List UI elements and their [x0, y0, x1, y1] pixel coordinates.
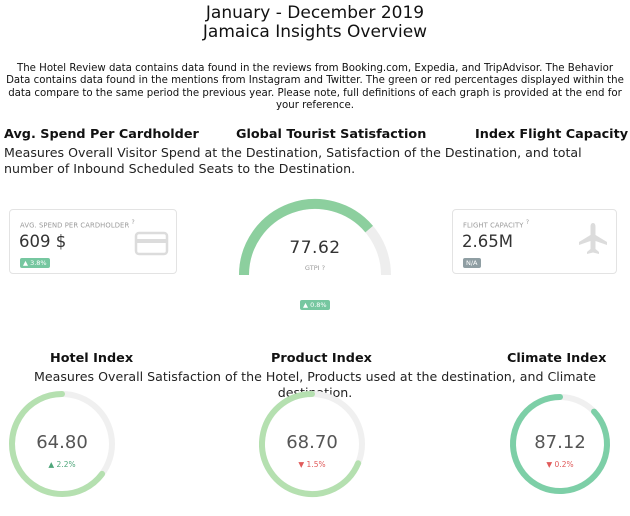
climate-index-value: 87.12 [534, 432, 586, 453]
climate-index-change: ▼ 0.2% [546, 460, 574, 469]
credit-card-icon [134, 231, 169, 256]
satisfaction-change-badge: ▲ 0.8% [300, 300, 330, 310]
intro-paragraph: The Hotel Review data contains data foun… [6, 63, 624, 112]
heading-product-index: Product Index [271, 351, 372, 366]
spend-card-label: AVG. SPEND PER CARDHOLDER ? [20, 219, 135, 230]
product-index-value: 68.70 [286, 432, 338, 453]
info-icon[interactable]: ? [132, 219, 135, 226]
product-index-change: ▼ 1.5% [298, 460, 326, 469]
heading-hotel-index: Hotel Index [50, 351, 134, 366]
spend-card: AVG. SPEND PER CARDHOLDER ? 609 $ ▲ 3.8% [9, 209, 177, 274]
flight-change-badge: N/A [463, 258, 481, 268]
flight-card-label: FLIGHT CAPACITY ? [463, 219, 530, 230]
airplane-icon [579, 223, 607, 254]
hotel-index-value: 64.80 [36, 432, 88, 453]
hotel-index-change: ▲ 2.2% [48, 460, 76, 469]
info-icon[interactable]: ? [322, 264, 325, 272]
report-subtitle: Jamaica Insights Overview [202, 22, 428, 42]
report-title: January - December 2019 [205, 3, 425, 23]
gtpi-label: GTPI ? [304, 264, 326, 272]
heading-climate-index: Climate Index [507, 351, 607, 366]
heading-flight-capacity: Index Flight Capacity [475, 127, 629, 142]
flight-card-value: 2.65M [462, 232, 513, 251]
heading-global-satisfaction: Global Tourist Satisfaction [236, 127, 427, 142]
flight-capacity-card: FLIGHT CAPACITY ? 2.65M N/A [452, 209, 617, 274]
heading-avg-spend: Avg. Spend Per Cardholder [4, 127, 199, 142]
info-icon[interactable]: ? [526, 219, 529, 226]
spend-change-badge: ▲ 3.8% [20, 258, 50, 268]
kpi-description: Measures Overall Visitor Spend at the De… [4, 145, 582, 176]
spend-card-value: 609 $ [19, 232, 67, 251]
satisfaction-value: 77.62 [289, 238, 341, 258]
